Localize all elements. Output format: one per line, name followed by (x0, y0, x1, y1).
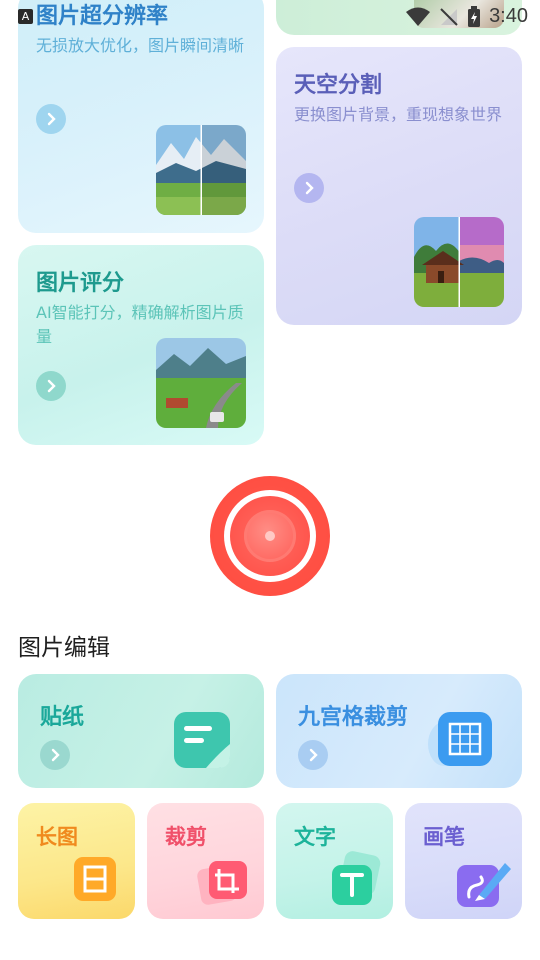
open-button[interactable] (298, 740, 328, 770)
card-title: 裁剪 (165, 825, 207, 849)
crop-icon (197, 861, 247, 905)
clock: 3:40 (489, 5, 528, 27)
card-title: 画笔 (423, 825, 465, 849)
capture-button[interactable] (210, 476, 330, 596)
open-button[interactable] (36, 104, 66, 134)
sticker-card[interactable]: 贴纸 (18, 674, 264, 788)
status-icons: 3:40 (405, 5, 528, 28)
card-title: 九宫格裁剪 (298, 705, 409, 730)
chevron-right-icon (305, 181, 314, 195)
card-title: 天空分割 (294, 73, 383, 98)
card-description: 无损放大优化，图片瞬间清晰 (36, 36, 245, 55)
sky-before-after-thumbnail (414, 217, 504, 307)
sticker-icon (174, 712, 230, 768)
before-after-thumbnail (156, 125, 246, 215)
open-button[interactable] (36, 371, 66, 401)
long-image-icon (74, 857, 116, 901)
signal-off-icon (440, 7, 458, 26)
sky-segmentation-card[interactable]: 天空分割 更换图片背景，重现想象世界 (276, 47, 522, 325)
battery-charging-icon (468, 5, 481, 27)
card-description: 更换图片背景，重现想象世界 (294, 105, 503, 124)
open-button[interactable] (40, 740, 70, 770)
grid-crop-card[interactable]: 九宫格裁剪 (276, 674, 522, 788)
long-image-card[interactable]: 长图 (18, 803, 135, 919)
image-score-card[interactable]: 图片评分 AI智能打分，精确解析图片质量 (18, 245, 264, 445)
text-icon (332, 851, 381, 905)
card-title: 贴纸 (40, 705, 85, 730)
chevron-right-icon (309, 748, 318, 762)
chevron-right-icon (47, 112, 56, 126)
landscape-thumbnail (156, 338, 246, 428)
text-card[interactable]: 文字 (276, 803, 393, 919)
keyboard-badge-icon: A (18, 9, 33, 24)
wifi-icon (406, 7, 431, 26)
card-title: 文字 (294, 825, 336, 849)
grid-crop-icon (428, 712, 492, 766)
capture-dot (265, 531, 275, 541)
section-title: 图片编辑 (18, 635, 110, 661)
chevron-right-icon (51, 748, 60, 762)
brush-card[interactable]: 画笔 (405, 803, 522, 919)
card-title: 图片评分 (36, 271, 125, 296)
brush-icon (457, 863, 511, 907)
chevron-right-icon (47, 379, 56, 393)
card-title: 长图 (36, 825, 78, 849)
status-bar: A 3:40 (0, 0, 540, 36)
open-button[interactable] (294, 173, 324, 203)
crop-card[interactable]: 裁剪 (147, 803, 264, 919)
